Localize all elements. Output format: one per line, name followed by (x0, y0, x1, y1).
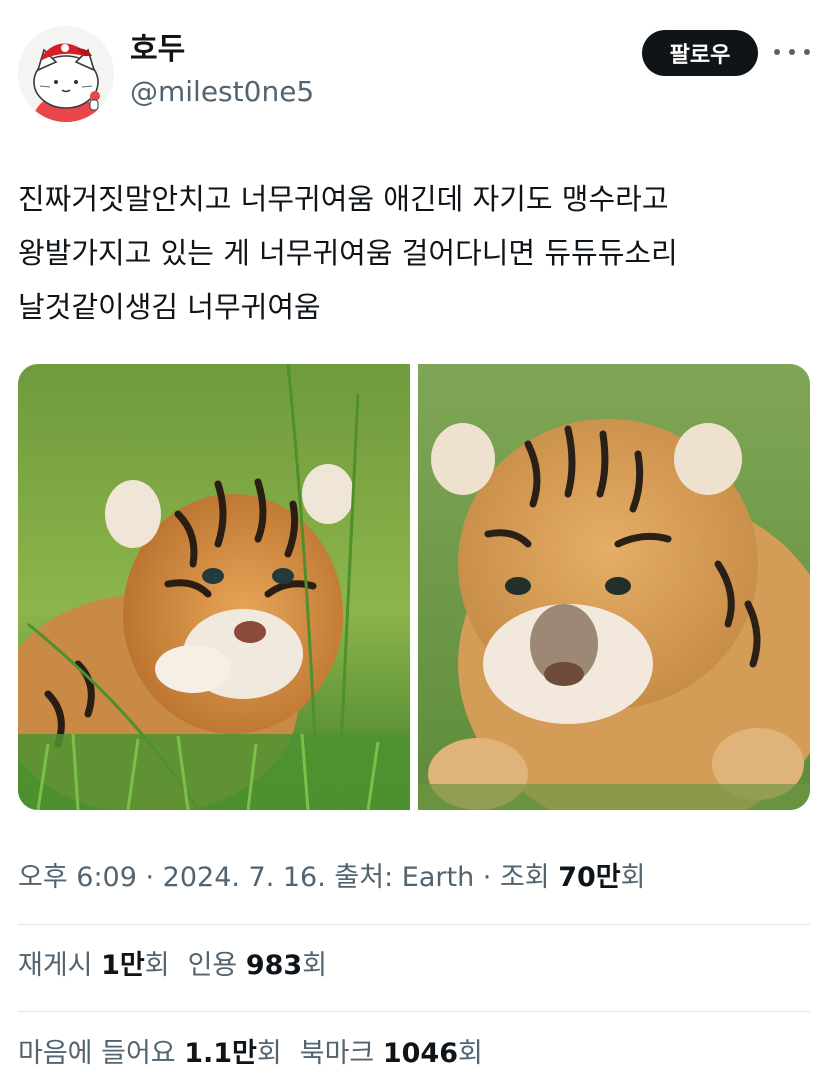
divider (18, 1011, 810, 1012)
source-label: 출처: (334, 862, 402, 893)
tiger-cub-image (18, 364, 410, 810)
reposts-stat[interactable]: 재게시 1만회 (18, 950, 170, 981)
views-label: 조회 (499, 862, 559, 893)
tiger-cub-photo-left[interactable] (18, 364, 410, 810)
quotes-label: 인용 (187, 950, 246, 981)
reposts-count: 1만 (101, 950, 145, 981)
user-handle[interactable]: @milest0ne5 (130, 74, 314, 110)
likes-stat[interactable]: 마음에 들어요 1.1만회 (18, 1038, 282, 1069)
tweet-text-line: 왕발가지고 있는 게 너무귀여움 걸어다니면 듀듀듀소리 (18, 236, 678, 270)
tweet-meta: 오후 6:09 · 2024. 7. 16. 출처: Earth · 조회 70… (18, 856, 645, 900)
follow-button[interactable]: 팔로우 (642, 30, 758, 76)
quotes-suffix: 회 (302, 950, 328, 981)
engagement-row-likes: 마음에 들어요 1.1만회 북마크 1046회 (18, 1032, 483, 1076)
bookmarks-stat[interactable]: 북마크 1046회 (300, 1038, 483, 1069)
likes-count: 1.1만 (184, 1038, 257, 1069)
tweet-time[interactable]: 오후 6:09 (18, 862, 137, 893)
quotes-count: 983 (245, 950, 303, 981)
author-info[interactable]: 호두 @milest0ne5 (130, 30, 314, 110)
tweet-date[interactable]: 2024. 7. 16. (163, 862, 326, 893)
divider (18, 924, 810, 925)
avatar-cat-illustration (18, 26, 114, 122)
tweet-text: 진짜거짓말안치고 너무귀여움 애긴데 자기도 맹수라고 왕발가지고 있는 게 너… (18, 172, 818, 334)
reposts-suffix: 회 (144, 950, 170, 981)
more-options-icon[interactable] (774, 40, 810, 64)
reposts-label: 재게시 (18, 950, 102, 981)
meta-separator: · (136, 862, 163, 893)
source-value: Earth (401, 862, 475, 893)
bookmarks-suffix: 회 (458, 1038, 483, 1069)
meta-separator: · (474, 862, 500, 893)
media-grid (18, 364, 810, 810)
display-name[interactable]: 호두 (130, 30, 314, 70)
views-suffix: 회 (620, 862, 646, 893)
likes-label: 마음에 들어요 (18, 1038, 185, 1069)
tiger-cub-image (418, 364, 810, 810)
likes-suffix: 회 (256, 1038, 282, 1069)
bookmarks-label: 북마크 (299, 1038, 383, 1069)
tweet-header: 호두 @milest0ne5 팔로우 (18, 26, 810, 122)
engagement-row-reposts: 재게시 1만회 인용 983회 (18, 944, 327, 988)
tweet-text-line: 진짜거짓말안치고 너무귀여움 애긴데 자기도 맹수라고 (18, 182, 669, 216)
bookmarks-count: 1046 (382, 1038, 458, 1069)
views-count: 70만 (558, 862, 621, 893)
quotes-stat[interactable]: 인용 983회 (188, 950, 327, 981)
tweet-text-line: 날것같이생김 너무귀여움 (18, 290, 321, 324)
avatar[interactable] (18, 26, 114, 122)
tiger-cub-photo-right[interactable] (418, 364, 810, 810)
